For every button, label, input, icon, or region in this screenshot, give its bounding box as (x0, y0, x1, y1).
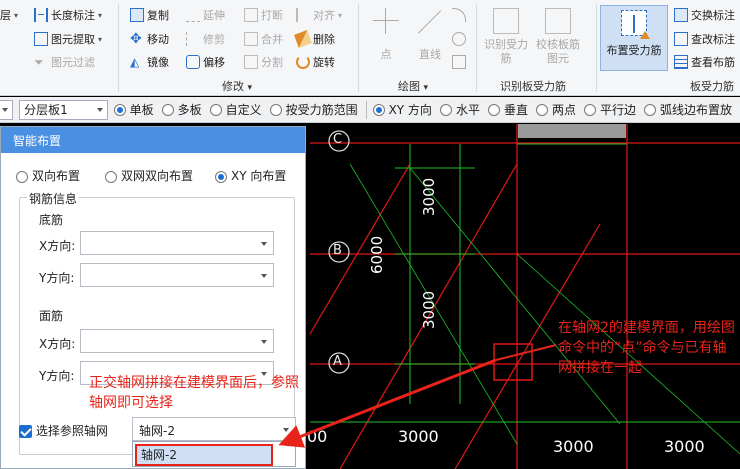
annotation-arrow (278, 358, 497, 448)
annotation-arrows (278, 344, 557, 448)
annotation-arrow-line (495, 344, 557, 361)
